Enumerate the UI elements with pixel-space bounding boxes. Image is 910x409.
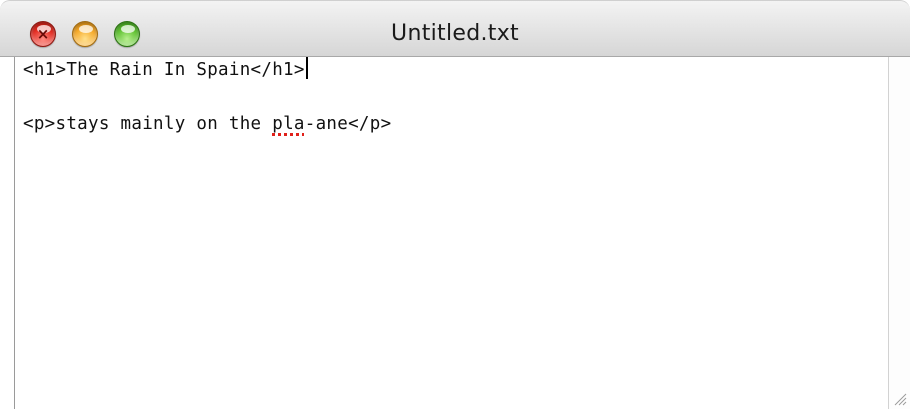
text-cursor <box>305 57 308 79</box>
vertical-scrollbar[interactable] <box>888 57 910 409</box>
text-line: <p>stays mainly on the pla-ane</p> <box>23 111 391 137</box>
close-icon: × <box>36 25 50 43</box>
text-editor-window: × Untitled.txt <h1>The Rain In Spain</h1… <box>0 0 910 409</box>
resize-grip-icon[interactable] <box>892 391 907 406</box>
text-area[interactable]: <h1>The Rain In Spain</h1> <p>stays main… <box>14 57 888 409</box>
text-line-content: -ane</p> <box>304 114 392 134</box>
text-line-content: <p>stays mainly on the <box>23 114 273 134</box>
window-title: Untitled.txt <box>391 21 519 46</box>
text-line: <h1>The Rain In Spain</h1> <box>23 57 308 83</box>
misspelled-word[interactable]: pla <box>272 114 305 134</box>
title-bar[interactable]: × Untitled.txt <box>0 0 910 57</box>
text-line-content: <h1>The Rain In Spain</h1> <box>23 60 305 80</box>
close-button[interactable]: × <box>30 21 56 47</box>
